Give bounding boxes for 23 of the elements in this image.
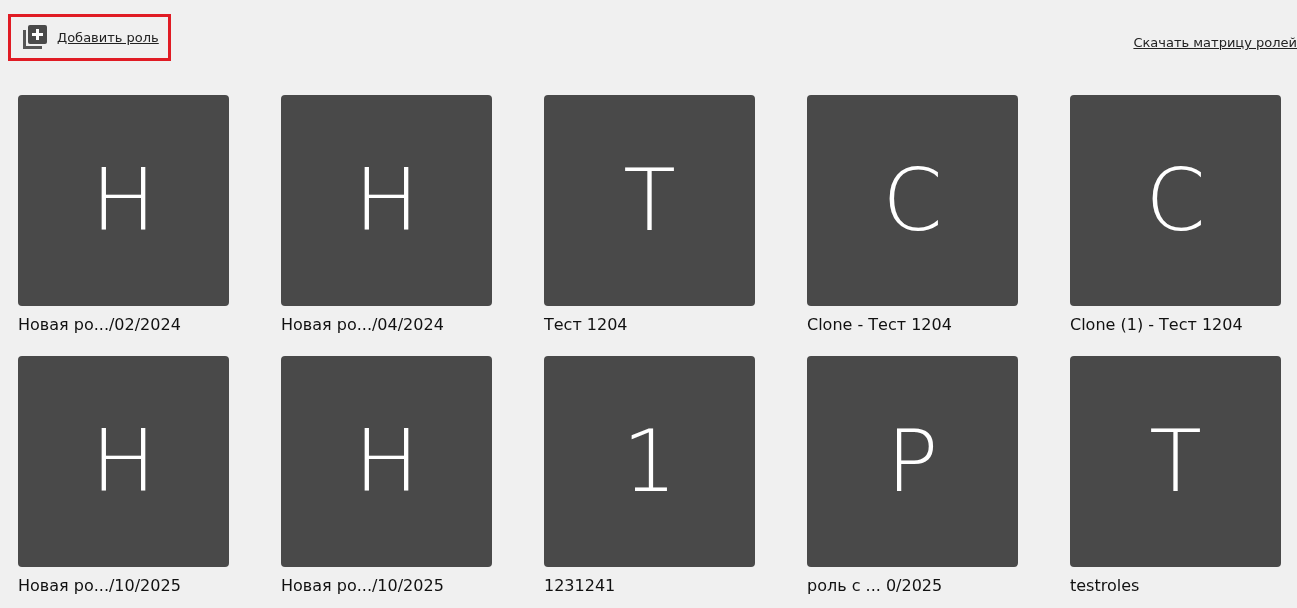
role-tile[interactable]: Н: [281, 95, 492, 306]
role-name: Тест 1204: [544, 314, 629, 336]
role-tile[interactable]: Р: [807, 356, 1018, 567]
role-name: Новая ро.../02/2024: [18, 314, 182, 336]
role-name: Новая ро.../10/2025: [281, 575, 445, 597]
role-tile[interactable]: Н: [281, 356, 492, 567]
role-tile[interactable]: C: [807, 95, 1018, 306]
role-name: testroles: [1070, 575, 1141, 597]
add-icon[interactable]: [20, 23, 49, 52]
role-name: Новая ро.../10/2025: [18, 575, 182, 597]
role-name: 1231241: [544, 575, 617, 597]
role-name: Clone - Тест 1204: [807, 314, 953, 336]
role-tile[interactable]: Т: [544, 95, 755, 306]
role-tile[interactable]: Н: [18, 356, 229, 567]
download-matrix-link[interactable]: Скачать матрицу ролей: [1133, 33, 1297, 95]
role-name: Clone (1) - Тест 1204: [1070, 314, 1244, 336]
add-role-link[interactable]: Добавить роль: [57, 27, 159, 48]
role-tile[interactable]: Н: [18, 95, 229, 306]
role-tile[interactable]: 1: [544, 356, 755, 567]
role-tile[interactable]: C: [1070, 95, 1281, 306]
role-name: Новая ро.../04/2024: [281, 314, 445, 336]
role-tile[interactable]: T: [1070, 356, 1281, 567]
role-name: роль с ... 0/2025: [807, 575, 944, 597]
